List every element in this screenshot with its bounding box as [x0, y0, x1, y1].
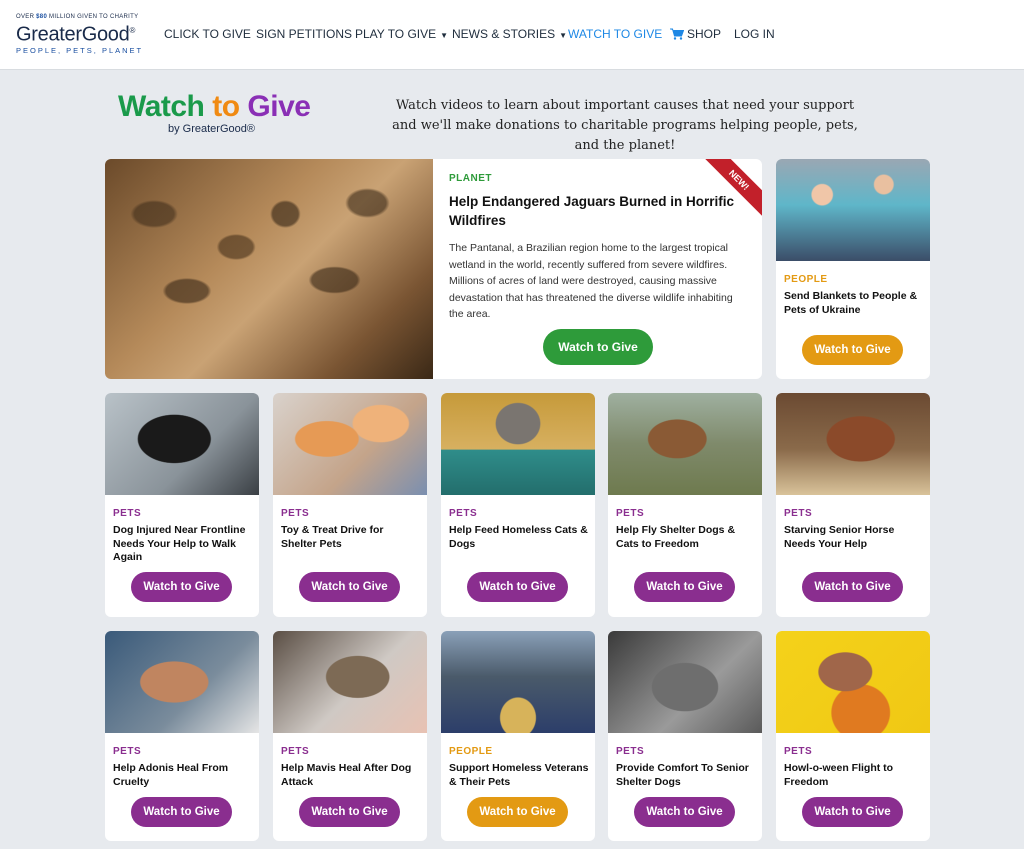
card-title[interactable]: Send Blankets to People & Pets of Ukrain… — [784, 290, 924, 317]
greatergood-logo[interactable]: OVER $80 MILLION GIVEN TO CHARITY Greate… — [16, 14, 152, 55]
card-title[interactable]: Help Feed Homeless Cats & Dogs — [449, 524, 589, 551]
card-category: PETS — [784, 508, 813, 519]
card-title[interactable]: Toy & Treat Drive for Shelter Pets — [281, 524, 421, 551]
watch-to-give-button[interactable]: Watch to Give — [634, 572, 735, 602]
watch-to-give-button[interactable]: Watch to Give — [634, 797, 735, 827]
card-title[interactable]: Help Fly Shelter Dogs & Cats to Freedom — [616, 524, 756, 551]
card-image[interactable] — [608, 631, 762, 733]
watch-to-give-button[interactable]: Watch to Give — [131, 797, 232, 827]
by-greatergood: by GreaterGood® — [168, 123, 255, 135]
nav-news-stories-label: NEWS & STORIES — [452, 27, 556, 41]
featured-watch-button[interactable]: Watch to Give — [543, 329, 653, 365]
hero-description: Watch videos to learn about important ca… — [392, 98, 858, 153]
nav-news-stories[interactable]: NEWS & STORIES ▼ — [452, 27, 567, 41]
campaign-card[interactable]: PETS Dog Injured Near Frontline Needs Yo… — [105, 393, 259, 617]
shopping-cart-icon — [670, 28, 684, 40]
top-navigation: OVER $80 MILLION GIVEN TO CHARITY Greate… — [0, 0, 1024, 70]
card-image[interactable] — [776, 159, 930, 261]
card-title[interactable]: Provide Comfort To Senior Shelter Dogs — [616, 762, 756, 789]
watch-to-give-button[interactable]: Watch to Give — [802, 572, 903, 602]
card-title[interactable]: Starving Senior Horse Needs Your Help — [784, 524, 924, 551]
card-category: PETS — [616, 746, 645, 757]
watch-to-give-button[interactable]: Watch to Give — [802, 797, 903, 827]
nav-sign-petitions[interactable]: SIGN PETITIONS — [256, 27, 352, 41]
new-badge: NEW! — [702, 159, 762, 219]
title-watch: Watch — [118, 90, 205, 123]
nav-watch-to-give[interactable]: WATCH TO GIVE — [568, 27, 662, 41]
card-category: PETS — [616, 508, 645, 519]
logo-wordmark: GreaterGood® — [16, 23, 136, 46]
watch-to-give-button[interactable]: Watch to Give — [802, 335, 903, 365]
featured-description: The Pantanal, a Brazilian region home to… — [449, 242, 733, 320]
watch-to-give-button[interactable]: Watch to Give — [467, 572, 568, 602]
watch-to-give-button[interactable]: Watch to Give — [131, 572, 232, 602]
card-category: PETS — [281, 508, 310, 519]
chevron-down-icon: ▼ — [440, 31, 449, 40]
nav-shop-label: SHOP — [687, 27, 722, 41]
watch-to-give-button[interactable]: Watch to Give — [467, 797, 568, 827]
card-category: PEOPLE — [449, 746, 493, 757]
campaign-card[interactable]: PETS Help Feed Homeless Cats & Dogs Watc… — [441, 393, 595, 617]
nav-play-to-give-label: PLAY TO GIVE — [355, 27, 437, 41]
campaign-card[interactable]: PEOPLE Support Homeless Veterans & Their… — [441, 631, 595, 841]
campaign-card[interactable]: PETS Toy & Treat Drive for Shelter Pets … — [273, 393, 427, 617]
card-image[interactable] — [105, 631, 259, 733]
nav-shop[interactable]: SHOP — [670, 27, 721, 41]
watch-to-give-logo: Watch to Give — [118, 90, 311, 124]
card-title[interactable]: Dog Injured Near Frontline Needs Your He… — [113, 524, 253, 565]
card-image[interactable] — [105, 393, 259, 495]
nav-click-to-give[interactable]: CLICK TO GIVE — [164, 27, 251, 41]
card-category: PETS — [281, 746, 310, 757]
card-title[interactable]: Help Adonis Heal From Cruelty — [113, 762, 253, 789]
card-image[interactable] — [441, 393, 595, 495]
campaign-card[interactable]: PETS Help Adonis Heal From Cruelty Watch… — [105, 631, 259, 841]
featured-campaign-card[interactable]: PLANET Help Endangered Jaguars Burned in… — [105, 159, 762, 379]
nav-play-to-give[interactable]: PLAY TO GIVE ▼ — [355, 27, 448, 41]
campaign-card[interactable]: PETS Starving Senior Horse Needs Your He… — [776, 393, 930, 617]
logo-subtitle: PEOPLE, PETS, PLANET — [16, 45, 144, 55]
campaign-card[interactable]: PETS Howl-o-ween Flight to Freedom Watch… — [776, 631, 930, 841]
card-category: PEOPLE — [784, 274, 828, 285]
card-category: PETS — [113, 508, 142, 519]
card-title[interactable]: Help Mavis Heal After Dog Attack — [281, 762, 421, 789]
watch-to-give-button[interactable]: Watch to Give — [299, 797, 400, 827]
jaguar-image[interactable] — [105, 159, 433, 379]
campaign-card-ukraine[interactable]: PEOPLE Send Blankets to People & Pets of… — [776, 159, 930, 379]
campaign-card[interactable]: PETS Help Fly Shelter Dogs & Cats to Fre… — [608, 393, 762, 617]
campaign-card[interactable]: PETS Provide Comfort To Senior Shelter D… — [608, 631, 762, 841]
nav-log-in[interactable]: LOG IN — [734, 27, 775, 41]
title-to: to — [212, 90, 240, 123]
card-title[interactable]: Support Homeless Veterans & Their Pets — [449, 762, 589, 789]
card-image[interactable] — [608, 393, 762, 495]
card-image[interactable] — [776, 393, 930, 495]
campaign-card[interactable]: PETS Help Mavis Heal After Dog Attack Wa… — [273, 631, 427, 841]
watch-to-give-button[interactable]: Watch to Give — [299, 572, 400, 602]
card-category: PETS — [449, 508, 478, 519]
card-image[interactable] — [776, 631, 930, 733]
card-category: PETS — [784, 746, 813, 757]
card-title[interactable]: Howl-o-ween Flight to Freedom — [784, 762, 924, 789]
new-badge-label: NEW! — [702, 159, 762, 219]
card-image[interactable] — [273, 631, 427, 733]
chevron-down-icon: ▼ — [559, 31, 568, 40]
card-image[interactable] — [273, 393, 427, 495]
title-give: Give — [247, 90, 311, 123]
card-image[interactable] — [441, 631, 595, 733]
card-category: PETS — [113, 746, 142, 757]
